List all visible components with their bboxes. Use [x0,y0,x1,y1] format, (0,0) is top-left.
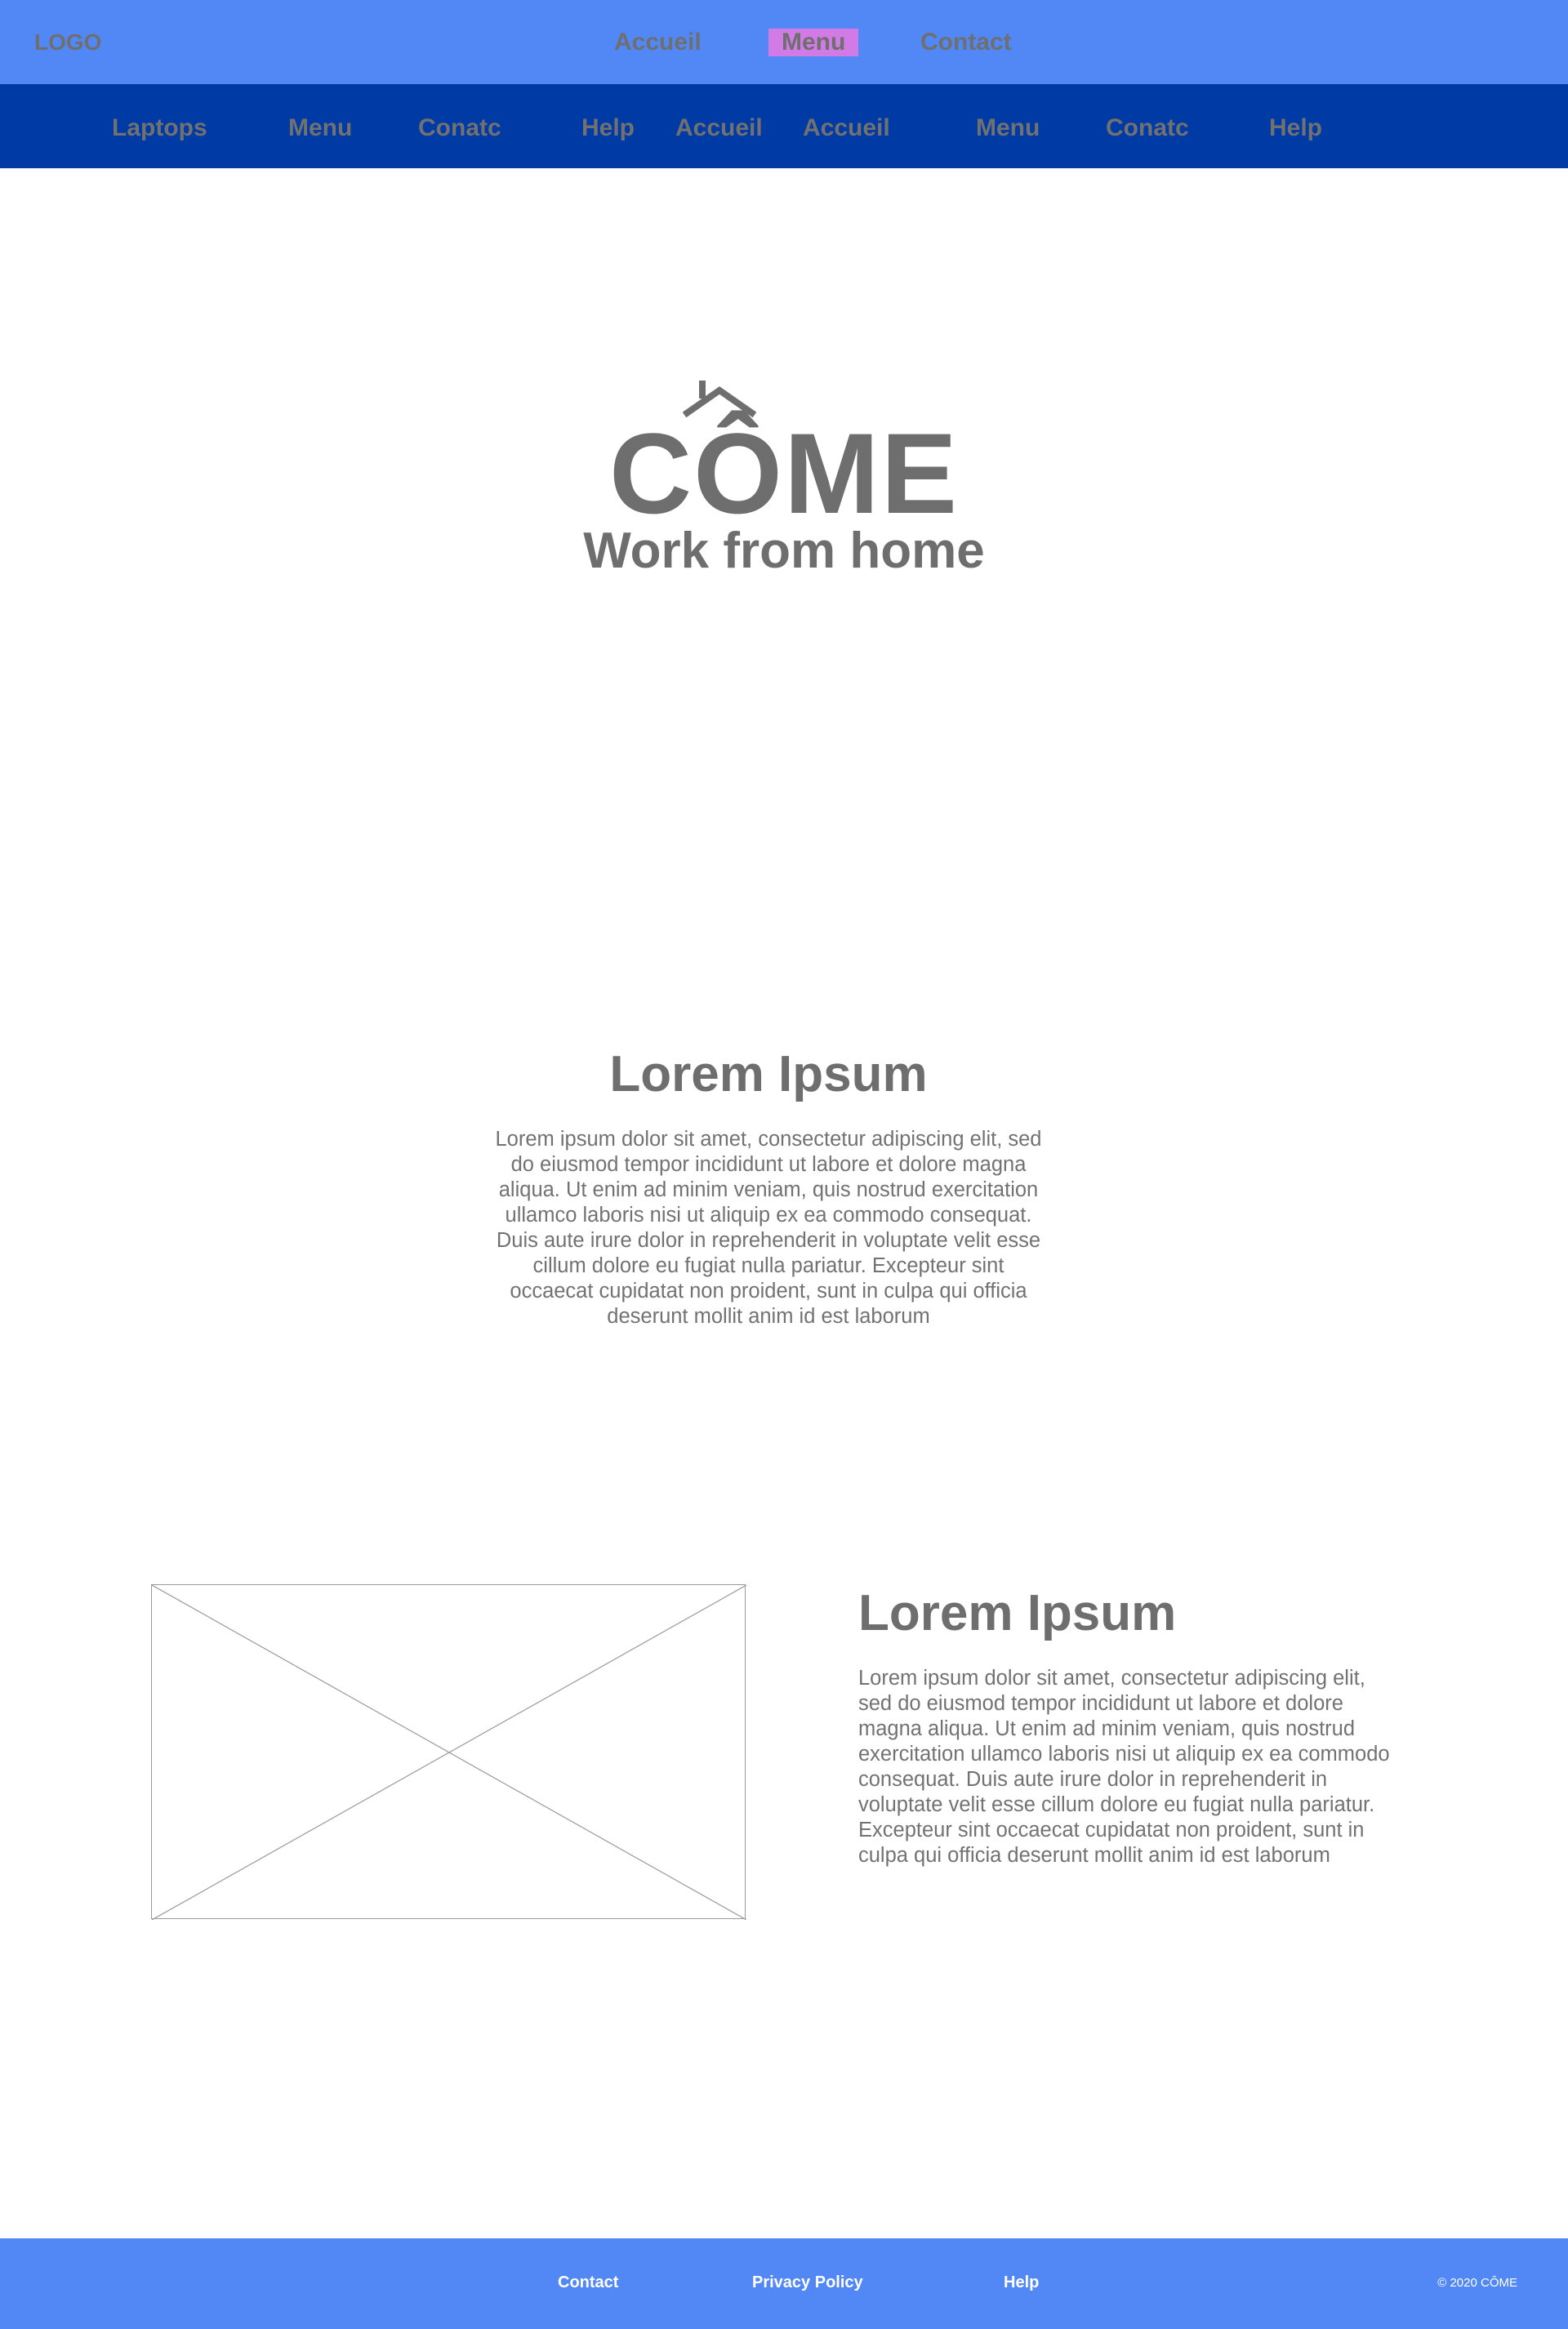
feature-section: Lorem Ipsum Lorem ipsum dolor sit amet, … [858,1584,1397,1868]
subnav-item-accueil-2[interactable]: Accueil [803,114,890,142]
subnav-item-laptops[interactable]: Laptops [112,114,207,142]
nav-contact[interactable]: Contact [920,29,1012,56]
brand-title: CÔME [609,409,959,537]
nav-menu[interactable]: Menu [768,29,859,56]
footer: Contact Privacy Policy Help © 2020 CÔME [0,2238,1568,2329]
subnav-item-conatc-2[interactable]: Conatc [1106,114,1189,142]
brand-logo: CÔME [609,381,959,537]
intro-section: Lorem Ipsum Lorem ipsum dolor sit amet, … [490,1045,1047,1329]
house-roof-icon [683,381,756,418]
secondary-nav: Laptops Menu Conatc Help Accueil Accueil… [0,84,1568,168]
top-header: LOGO Accueil Menu Contact [0,0,1568,84]
copyright: © 2020 CÔME [1437,2276,1517,2290]
subnav-item-help-2[interactable]: Help [1269,114,1322,142]
nav-accueil[interactable]: Accueil [614,29,702,56]
footer-link-privacy-policy[interactable]: Privacy Policy [752,2273,863,2292]
logo[interactable]: LOGO [34,29,101,56]
feature-body: Lorem ipsum dolor sit amet, consectetur … [858,1667,1390,1867]
image-placeholder-icon [152,1585,746,1920]
subnav-item-accueil[interactable]: Accueil [675,114,763,142]
feature-title: Lorem Ipsum [858,1585,1177,1641]
subnav-item-conatc[interactable]: Conatc [418,114,501,142]
intro-body: Lorem ipsum dolor sit amet, consectetur … [495,1128,1042,1328]
footer-link-contact[interactable]: Contact [558,2273,618,2292]
footer-link-help[interactable]: Help [1004,2273,1039,2292]
intro-title: Lorem Ipsum [609,1046,928,1102]
image-placeholder [151,1584,746,1920]
subnav-item-menu[interactable]: Menu [288,114,352,142]
subnav-item-menu-2[interactable]: Menu [976,114,1040,142]
subnav-item-help[interactable]: Help [581,114,635,142]
hero: CÔME Work from home [0,381,1568,580]
